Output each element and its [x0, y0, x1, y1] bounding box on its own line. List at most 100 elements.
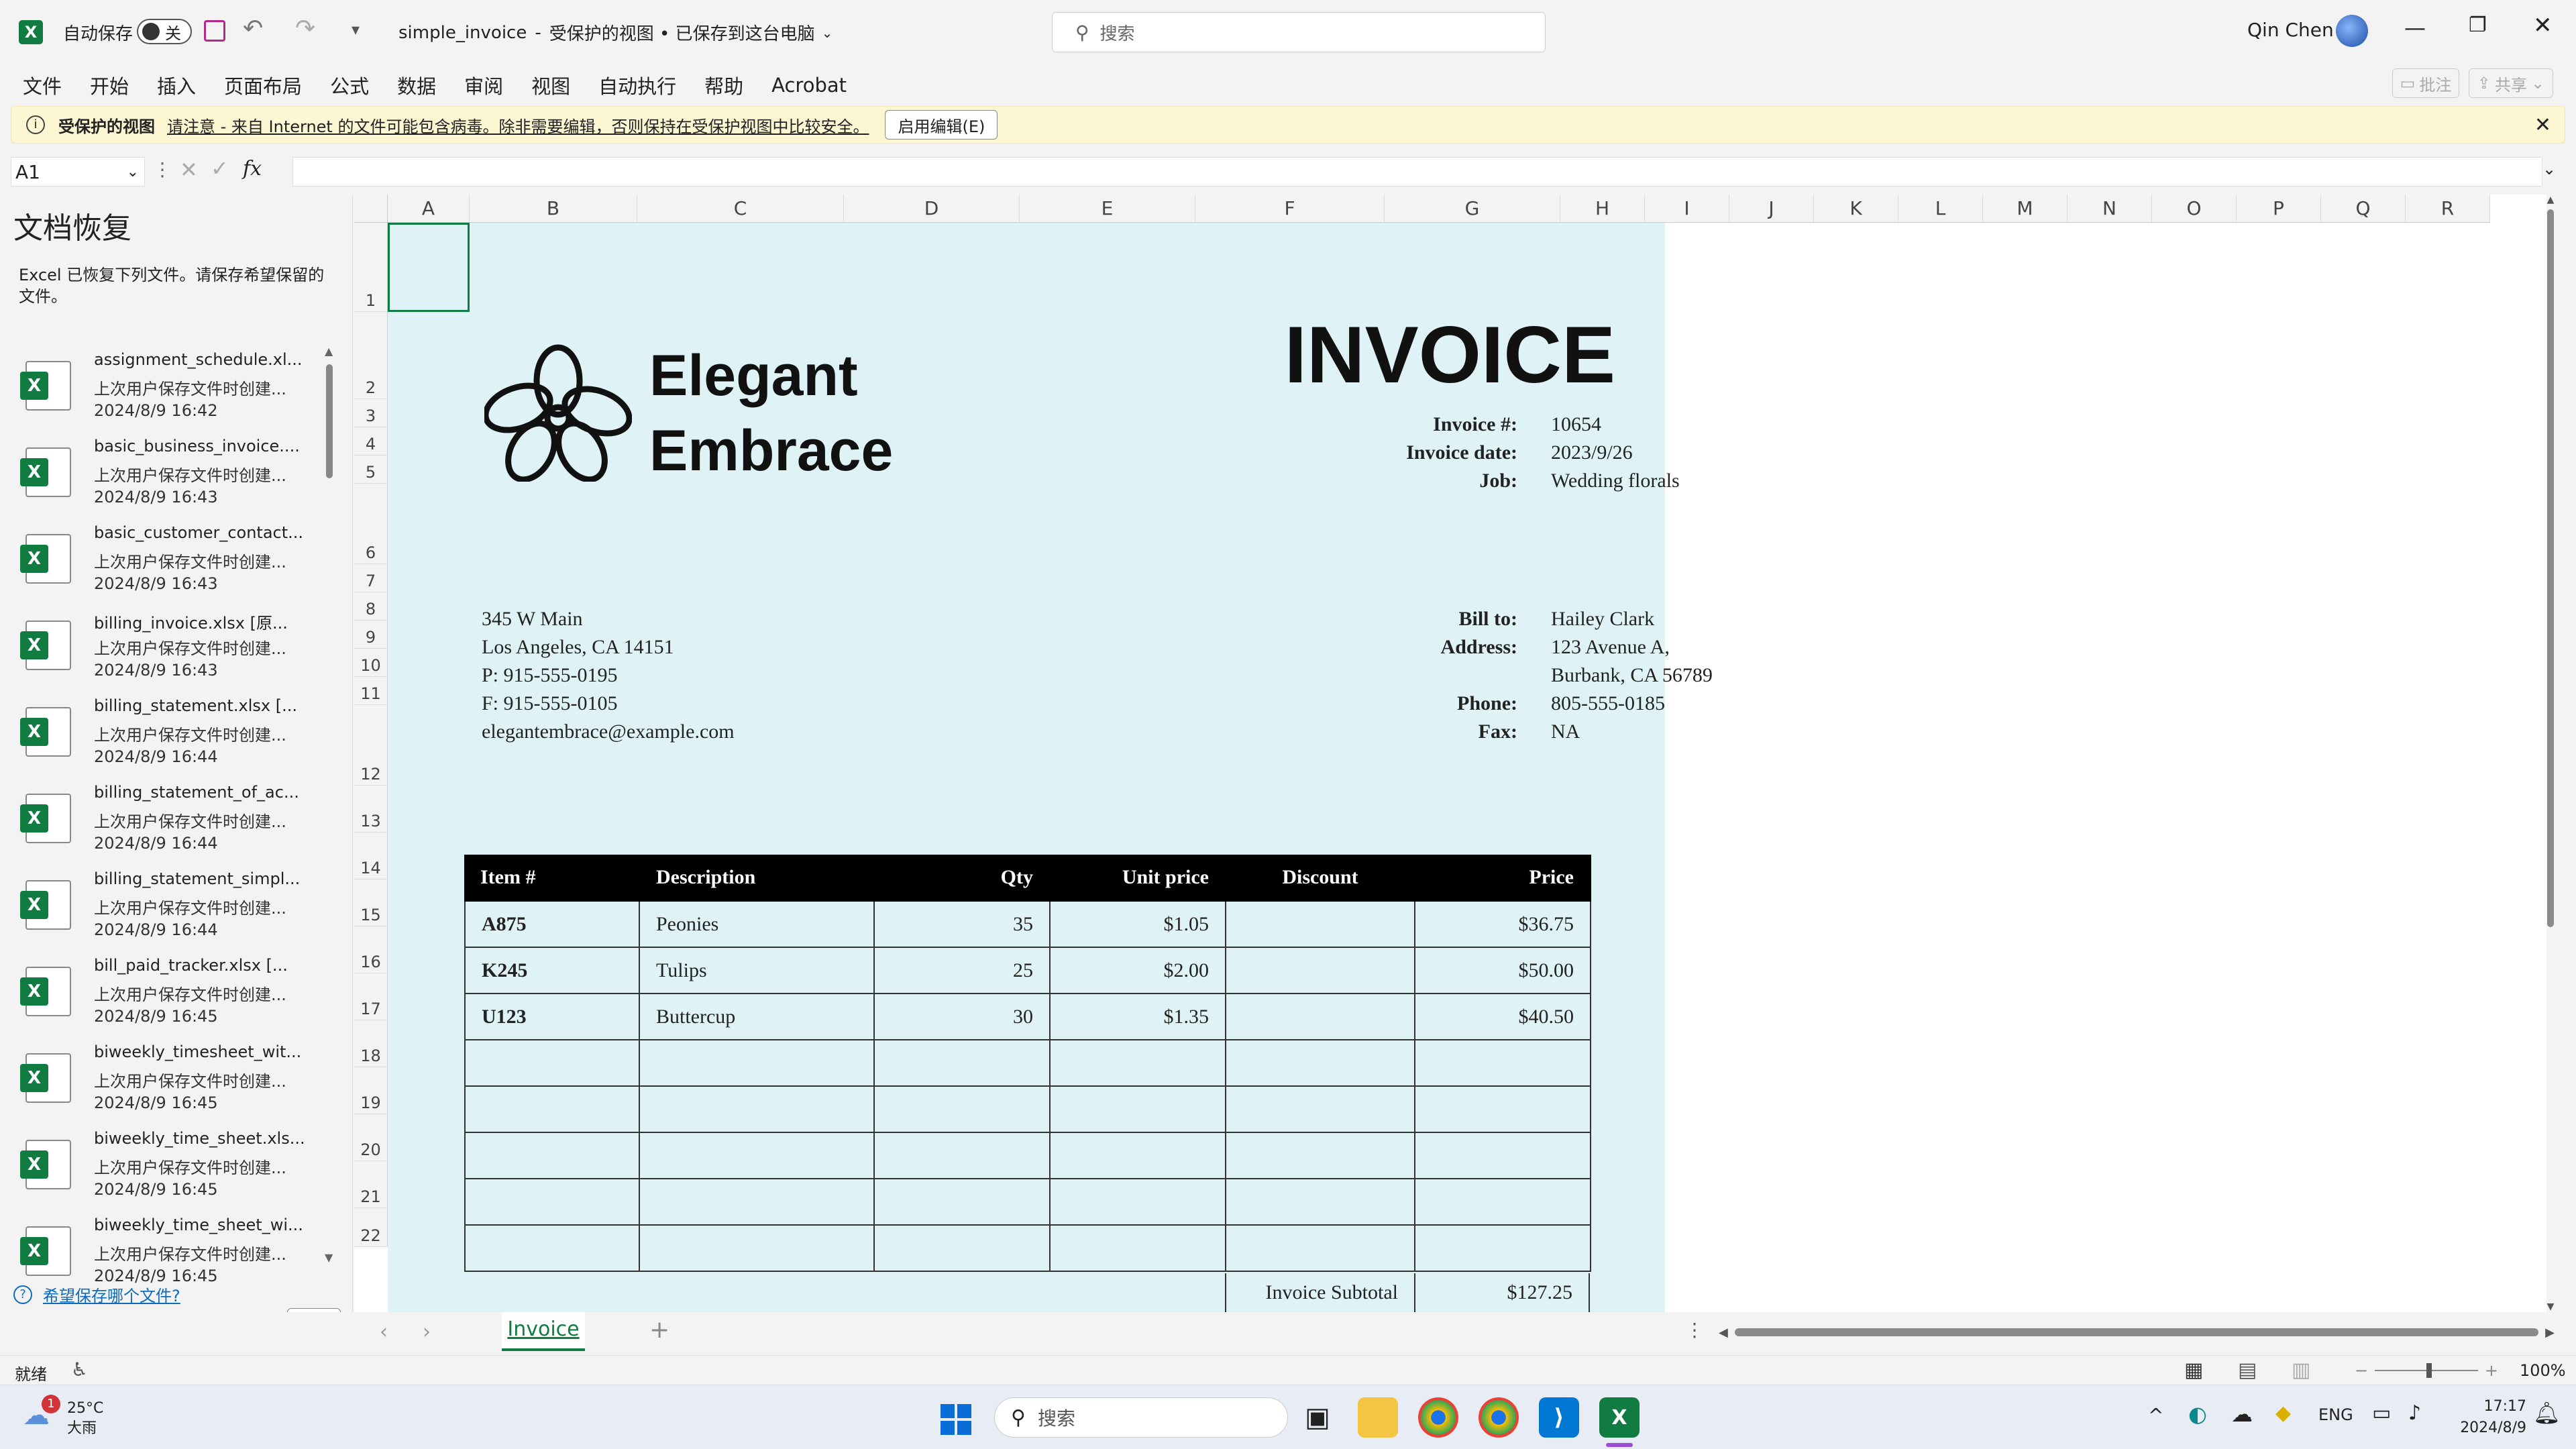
- column-header[interactable]: K: [1814, 195, 1898, 223]
- vertical-scrollbar[interactable]: ▲ ▼: [2546, 195, 2555, 1312]
- tray-app-icon[interactable]: ◆: [2275, 1401, 2291, 1425]
- column-header[interactable]: O: [2152, 195, 2237, 223]
- table-cell[interactable]: Peonies: [640, 902, 875, 948]
- tab-insert[interactable]: 插入: [157, 71, 196, 99]
- row-header[interactable]: 15: [354, 879, 388, 926]
- table-cell[interactable]: $1.35: [1051, 994, 1226, 1040]
- tab-home[interactable]: 开始: [90, 71, 129, 99]
- customize-toolbar-icon[interactable]: ▾: [352, 20, 360, 39]
- table-cell[interactable]: $50.00: [1415, 948, 1591, 994]
- share-button[interactable]: ⇪ 共享 ⌄: [2469, 68, 2553, 98]
- table-cell[interactable]: [464, 1040, 640, 1087]
- tab-formulas[interactable]: 公式: [330, 71, 369, 99]
- search-box[interactable]: ⚲ 搜索: [1052, 12, 1546, 52]
- column-header[interactable]: A: [388, 195, 470, 223]
- row-header[interactable]: 12: [354, 705, 388, 786]
- table-cell[interactable]: 25: [875, 948, 1051, 994]
- restore-icon[interactable]: ❐: [2469, 13, 2487, 37]
- table-cell[interactable]: [1051, 1226, 1226, 1272]
- table-cell[interactable]: [464, 1179, 640, 1226]
- tab-file[interactable]: 文件: [23, 71, 62, 99]
- column-header[interactable]: E: [1020, 195, 1195, 223]
- table-cell[interactable]: [1226, 1179, 1415, 1226]
- save-icon[interactable]: [204, 20, 225, 42]
- tab-acrobat[interactable]: Acrobat: [771, 74, 847, 97]
- undo-icon[interactable]: ↶: [243, 15, 263, 42]
- redo-icon[interactable]: ↷: [295, 15, 315, 42]
- column-header[interactable]: P: [2237, 195, 2321, 223]
- row-header[interactable]: 2: [354, 312, 388, 399]
- doc-status[interactable]: 受保护的视图 • 已保存到这台电脑: [549, 20, 815, 45]
- table-cell[interactable]: [1226, 1087, 1415, 1133]
- column-header[interactable]: G: [1385, 195, 1560, 223]
- table-cell[interactable]: [1051, 1040, 1226, 1087]
- table-cell[interactable]: [875, 1087, 1051, 1133]
- row-header[interactable]: 16: [354, 926, 388, 973]
- recovered-file-item[interactable]: Xbilling_statement_simpl... 上次用户保存文件时创建..…: [0, 861, 335, 947]
- chevron-down-icon[interactable]: ⌄: [127, 164, 139, 180]
- taskbar-search[interactable]: ⚲ 搜索: [994, 1397, 1288, 1438]
- input-language[interactable]: ENG: [2318, 1405, 2353, 1424]
- tab-page-layout[interactable]: 页面布局: [224, 71, 302, 99]
- worksheet-grid[interactable]: ABCDEFGHIJKLMNOPQR 1 2 3 4 5 6 7 8 9 10 11 12 13 14 15…: [354, 195, 2555, 1312]
- table-cell[interactable]: [1051, 1179, 1226, 1226]
- cancel-icon[interactable]: ✕: [180, 157, 198, 182]
- normal-view-icon[interactable]: ▦: [2184, 1358, 2203, 1382]
- comments-button[interactable]: ▭ 批注: [2392, 68, 2459, 98]
- row-header[interactable]: 20: [354, 1114, 388, 1161]
- more-options-icon[interactable]: ⋮: [153, 158, 172, 180]
- row-header[interactable]: 18: [354, 1020, 388, 1067]
- table-cell[interactable]: [640, 1179, 875, 1226]
- onedrive-icon[interactable]: ☁: [2231, 1401, 2253, 1427]
- recovered-file-item[interactable]: Xbiweekly_time_sheet_wi... 上次用户保存文件时创建...…: [0, 1208, 335, 1293]
- recovered-file-item[interactable]: Xassignment_schedule.xl... 上次用户保存文件时创建...…: [0, 342, 335, 428]
- bell-icon[interactable]: 🔔︎: [2533, 1400, 2561, 1426]
- table-cell[interactable]: $1.05: [1051, 902, 1226, 948]
- list-scrollbar[interactable]: ▲ ▼: [325, 345, 335, 1264]
- accessibility-icon[interactable]: ♿: [71, 1358, 88, 1381]
- tab-help[interactable]: 帮助: [704, 71, 743, 99]
- column-header[interactable]: M: [1983, 195, 2068, 223]
- tab-review[interactable]: 审阅: [464, 71, 503, 99]
- formula-input[interactable]: [292, 157, 2542, 186]
- row-header[interactable]: 7: [354, 564, 388, 592]
- network-icon[interactable]: ▭: [2372, 1401, 2391, 1425]
- column-header[interactable]: H: [1560, 195, 1645, 223]
- clock[interactable]: 17:17 2024/8/9: [2453, 1396, 2526, 1439]
- chevron-down-icon[interactable]: ⌄: [822, 25, 833, 41]
- excel-taskbar-icon[interactable]: X: [1599, 1397, 1640, 1438]
- table-cell[interactable]: A875: [464, 902, 640, 948]
- next-sheet-icon[interactable]: ›: [423, 1320, 431, 1344]
- row-header[interactable]: 22: [354, 1208, 388, 1247]
- enable-editing-button[interactable]: 启用编辑(E): [885, 110, 998, 140]
- column-header[interactable]: Q: [2321, 195, 2406, 223]
- start-icon[interactable]: [941, 1404, 971, 1435]
- selected-cell[interactable]: [388, 223, 470, 312]
- recovered-file-item[interactable]: Xbilling_statement.xlsx [... 上次用户保存文件时创建.…: [0, 688, 335, 774]
- table-cell[interactable]: [1226, 1133, 1415, 1179]
- table-cell[interactable]: [1415, 1087, 1591, 1133]
- recovered-file-item[interactable]: Xbasic_customer_contact... 上次用户保存文件时创建...…: [0, 515, 335, 601]
- table-cell[interactable]: $40.50: [1415, 994, 1591, 1040]
- table-cell[interactable]: [464, 1226, 640, 1272]
- table-cell[interactable]: [640, 1226, 875, 1272]
- table-cell[interactable]: [875, 1133, 1051, 1179]
- recovered-file-item[interactable]: Xbiweekly_time_sheet.xls... 上次用户保存文件时创建..…: [0, 1121, 335, 1207]
- column-header[interactable]: I: [1645, 195, 1729, 223]
- zoom-slider[interactable]: − +: [2355, 1361, 2498, 1380]
- row-header[interactable]: 4: [354, 427, 388, 455]
- tab-automate[interactable]: 自动执行: [598, 71, 676, 99]
- enter-icon[interactable]: ✓: [211, 156, 229, 181]
- row-header[interactable]: 6: [354, 484, 388, 564]
- add-sheet-icon[interactable]: +: [649, 1316, 669, 1344]
- help-link[interactable]: ? 希望保存哪个文件?: [13, 1283, 180, 1306]
- table-cell[interactable]: [1226, 948, 1415, 994]
- table-cell[interactable]: [640, 1087, 875, 1133]
- horizontal-scrollbar[interactable]: ◀ ▶: [1719, 1324, 2555, 1340]
- table-cell[interactable]: [1415, 1226, 1591, 1272]
- page-break-icon[interactable]: ▥: [2292, 1358, 2310, 1382]
- chrome-profile-icon[interactable]: [1479, 1397, 1519, 1438]
- table-cell[interactable]: [464, 1133, 640, 1179]
- table-cell[interactable]: 30: [875, 994, 1051, 1040]
- name-box[interactable]: A1 ⌄: [11, 157, 145, 186]
